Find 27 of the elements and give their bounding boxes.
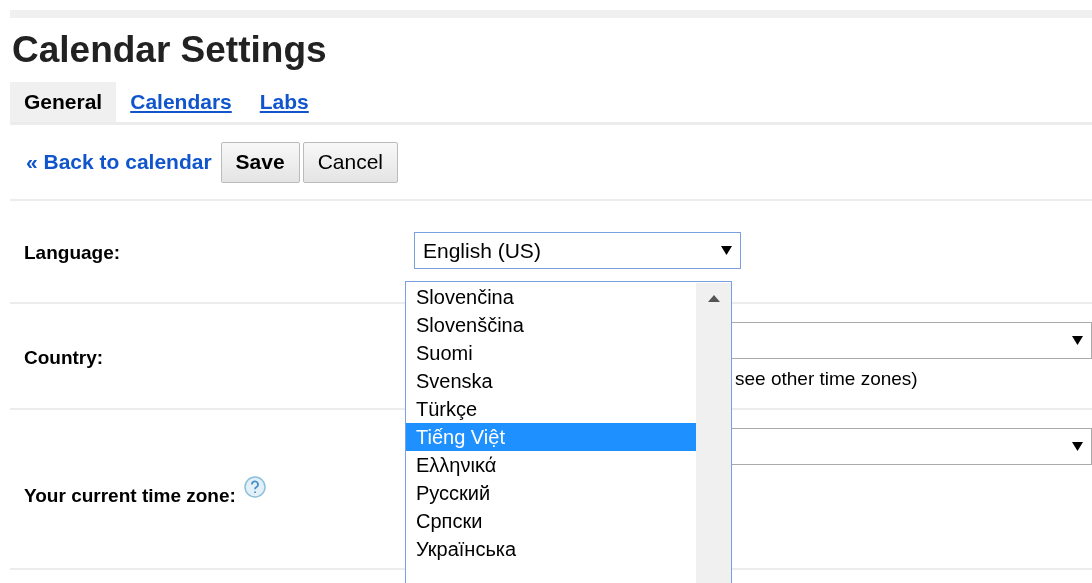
setting-label: Country: (24, 346, 104, 370)
time-zones-note: see other time zones) (735, 367, 918, 391)
language-option[interactable]: Slovenčina (406, 283, 696, 311)
language-option[interactable]: Ελληνικά (406, 451, 696, 479)
language-option[interactable]: Српски (406, 507, 696, 535)
dropdown-arrow-icon (721, 246, 732, 255)
language-option[interactable]: Українська (406, 535, 696, 563)
back-to-calendar-link[interactable]: « Back to calendar (26, 146, 212, 178)
language-option[interactable]: Русский (406, 479, 696, 507)
scroll-up-arrow-icon[interactable] (707, 295, 720, 302)
save-button[interactable]: Save (220, 141, 300, 183)
settings-tab[interactable]: Labs (245, 82, 323, 122)
language-select[interactable]: English (US) (414, 232, 741, 269)
language-option[interactable]: Svenska (406, 367, 696, 395)
scrollbar-track[interactable] (696, 283, 731, 583)
dropdown-arrow-icon (1072, 442, 1083, 451)
language-option[interactable]: Türkçe (406, 395, 696, 423)
setting-label: Your current time zone: (24, 484, 236, 508)
language-option[interactable]: Suomi (406, 339, 696, 367)
help-icon[interactable] (243, 476, 266, 498)
language-option[interactable]: Slovenščina (406, 311, 696, 339)
settings-tab[interactable]: General (10, 82, 117, 122)
cancel-button[interactable]: Cancel (302, 141, 398, 183)
settings-tab[interactable]: Calendars (116, 82, 246, 122)
page-title: Calendar Settings (12, 28, 328, 72)
dropdown-arrow-icon (1072, 336, 1083, 345)
setting-label: Language: (24, 241, 121, 265)
